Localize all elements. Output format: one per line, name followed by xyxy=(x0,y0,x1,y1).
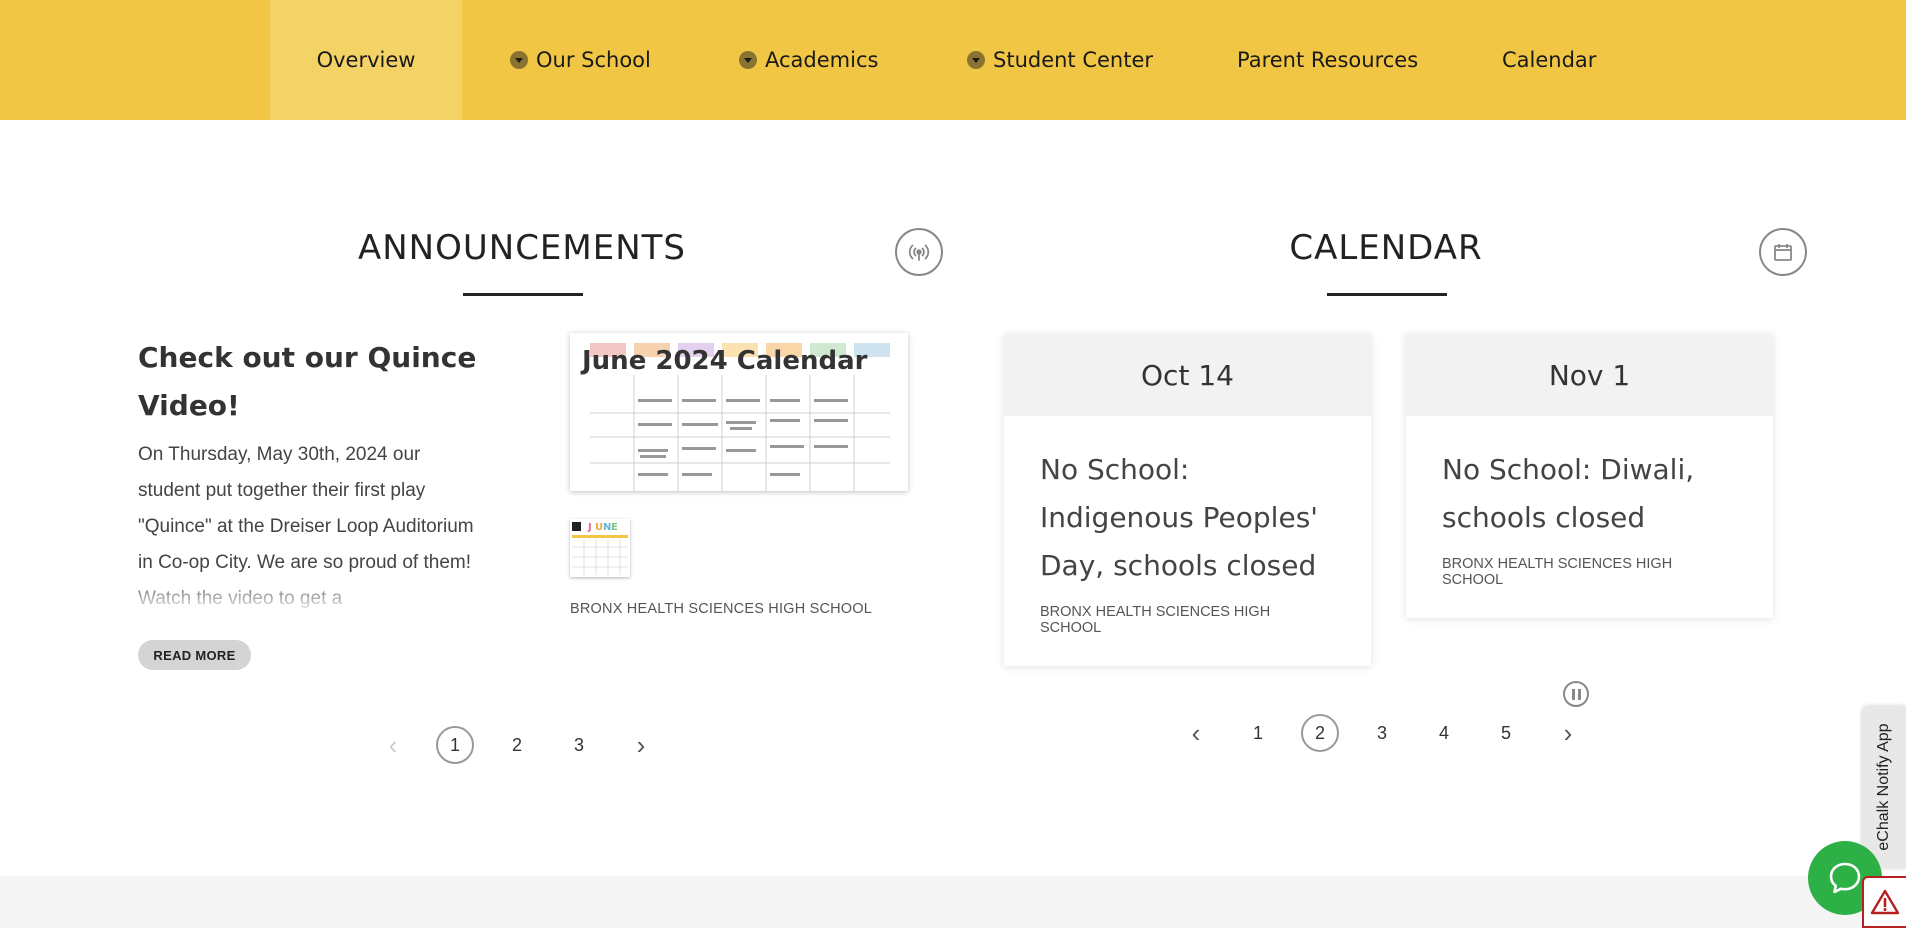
event-title[interactable]: No School: Indigenous Peoples' Day, scho… xyxy=(1004,416,1371,590)
event-card[interactable]: Nov 1 No School: Diwali, schools closed … xyxy=(1406,334,1773,618)
read-more-button[interactable]: READ MORE xyxy=(138,640,251,670)
page-2-button[interactable]: 2 xyxy=(498,726,536,764)
nav-item-label: Overview xyxy=(316,48,416,72)
calendar-icon[interactable] xyxy=(1759,228,1807,276)
text-fade xyxy=(138,575,483,615)
prev-page-button[interactable]: ‹ xyxy=(1177,714,1215,752)
broadcast-icon[interactable] xyxy=(895,228,943,276)
page-1-button[interactable]: 1 xyxy=(436,726,474,764)
school-name: BRONX HEALTH SCIENCES HIGH SCHOOL xyxy=(570,601,873,617)
title-underline xyxy=(1327,293,1447,296)
page-5-button[interactable]: 5 xyxy=(1487,714,1525,752)
next-page-button[interactable]: › xyxy=(1549,714,1587,752)
title-underline xyxy=(463,293,583,296)
nav-item-label: Academics xyxy=(765,48,879,72)
svg-text:J: J xyxy=(587,522,592,533)
calendar-title: CALENDAR xyxy=(1289,228,1483,268)
chevron-down-icon xyxy=(967,51,985,69)
main-nav: Overview Our School Academics Student Ce… xyxy=(0,0,1906,120)
next-page-button[interactable]: › xyxy=(622,726,660,764)
nav-item-label: Calendar xyxy=(1502,48,1597,72)
event-school: BRONX HEALTH SCIENCES HIGH SCHOOL xyxy=(1442,556,1673,588)
announcements-title: ANNOUNCEMENTS xyxy=(357,228,687,268)
nav-item-our-school[interactable]: Our School xyxy=(510,0,651,120)
nav-item-label: Our School xyxy=(536,48,651,72)
nav-item-overview[interactable]: Overview xyxy=(270,0,462,120)
echalk-notify-tab[interactable]: eChalk Notify App xyxy=(1862,706,1906,868)
nav-item-label: Student Center xyxy=(993,48,1154,72)
event-school: BRONX HEALTH SCIENCES HIGH SCHOOL xyxy=(1040,604,1271,636)
page-4-button[interactable]: 4 xyxy=(1425,714,1463,752)
chat-bubble-icon xyxy=(1829,862,1861,894)
warning-icon xyxy=(1870,889,1900,915)
svg-text:E: E xyxy=(611,522,618,533)
svg-text:U: U xyxy=(595,522,603,533)
event-card[interactable]: Oct 14 No School: Indigenous Peoples' Da… xyxy=(1004,334,1371,666)
page-1-button[interactable]: 1 xyxy=(1239,714,1277,752)
chevron-down-icon xyxy=(510,51,528,69)
event-date: Nov 1 xyxy=(1406,334,1773,416)
nav-item-label: Parent Resources xyxy=(1237,48,1419,72)
image-thumbnail[interactable]: J U N E xyxy=(570,519,630,577)
announcement-image[interactable]: June 2024 Calendar xyxy=(570,333,908,491)
nav-item-parent-resources[interactable]: Parent Resources xyxy=(1237,0,1418,120)
event-title[interactable]: No School: Diwali, schools closed xyxy=(1406,416,1773,542)
announcements-pagination: ‹ 1 2 3 › xyxy=(374,726,660,764)
announcement-title[interactable]: Check out our Quince Video! xyxy=(138,334,478,430)
footer xyxy=(0,876,1906,928)
event-date: Oct 14 xyxy=(1004,334,1371,416)
nav-item-academics[interactable]: Academics xyxy=(739,0,878,120)
page-3-button[interactable]: 3 xyxy=(560,726,598,764)
pause-icon[interactable] xyxy=(1563,681,1589,707)
nav-item-calendar[interactable]: Calendar xyxy=(1502,0,1596,120)
nav-item-student-center[interactable]: Student Center xyxy=(967,0,1153,120)
page-2-button[interactable]: 2 xyxy=(1301,714,1339,752)
accessibility-alert-button[interactable] xyxy=(1862,876,1906,928)
image-heading: June 2024 Calendar xyxy=(582,346,868,376)
page-3-button[interactable]: 3 xyxy=(1363,714,1401,752)
prev-page-button[interactable]: ‹ xyxy=(374,726,412,764)
calendar-pagination: ‹ 1 2 3 4 5 › xyxy=(1177,714,1587,752)
echalk-notify-label: eChalk Notify App xyxy=(1875,723,1892,851)
chevron-down-icon xyxy=(739,51,757,69)
